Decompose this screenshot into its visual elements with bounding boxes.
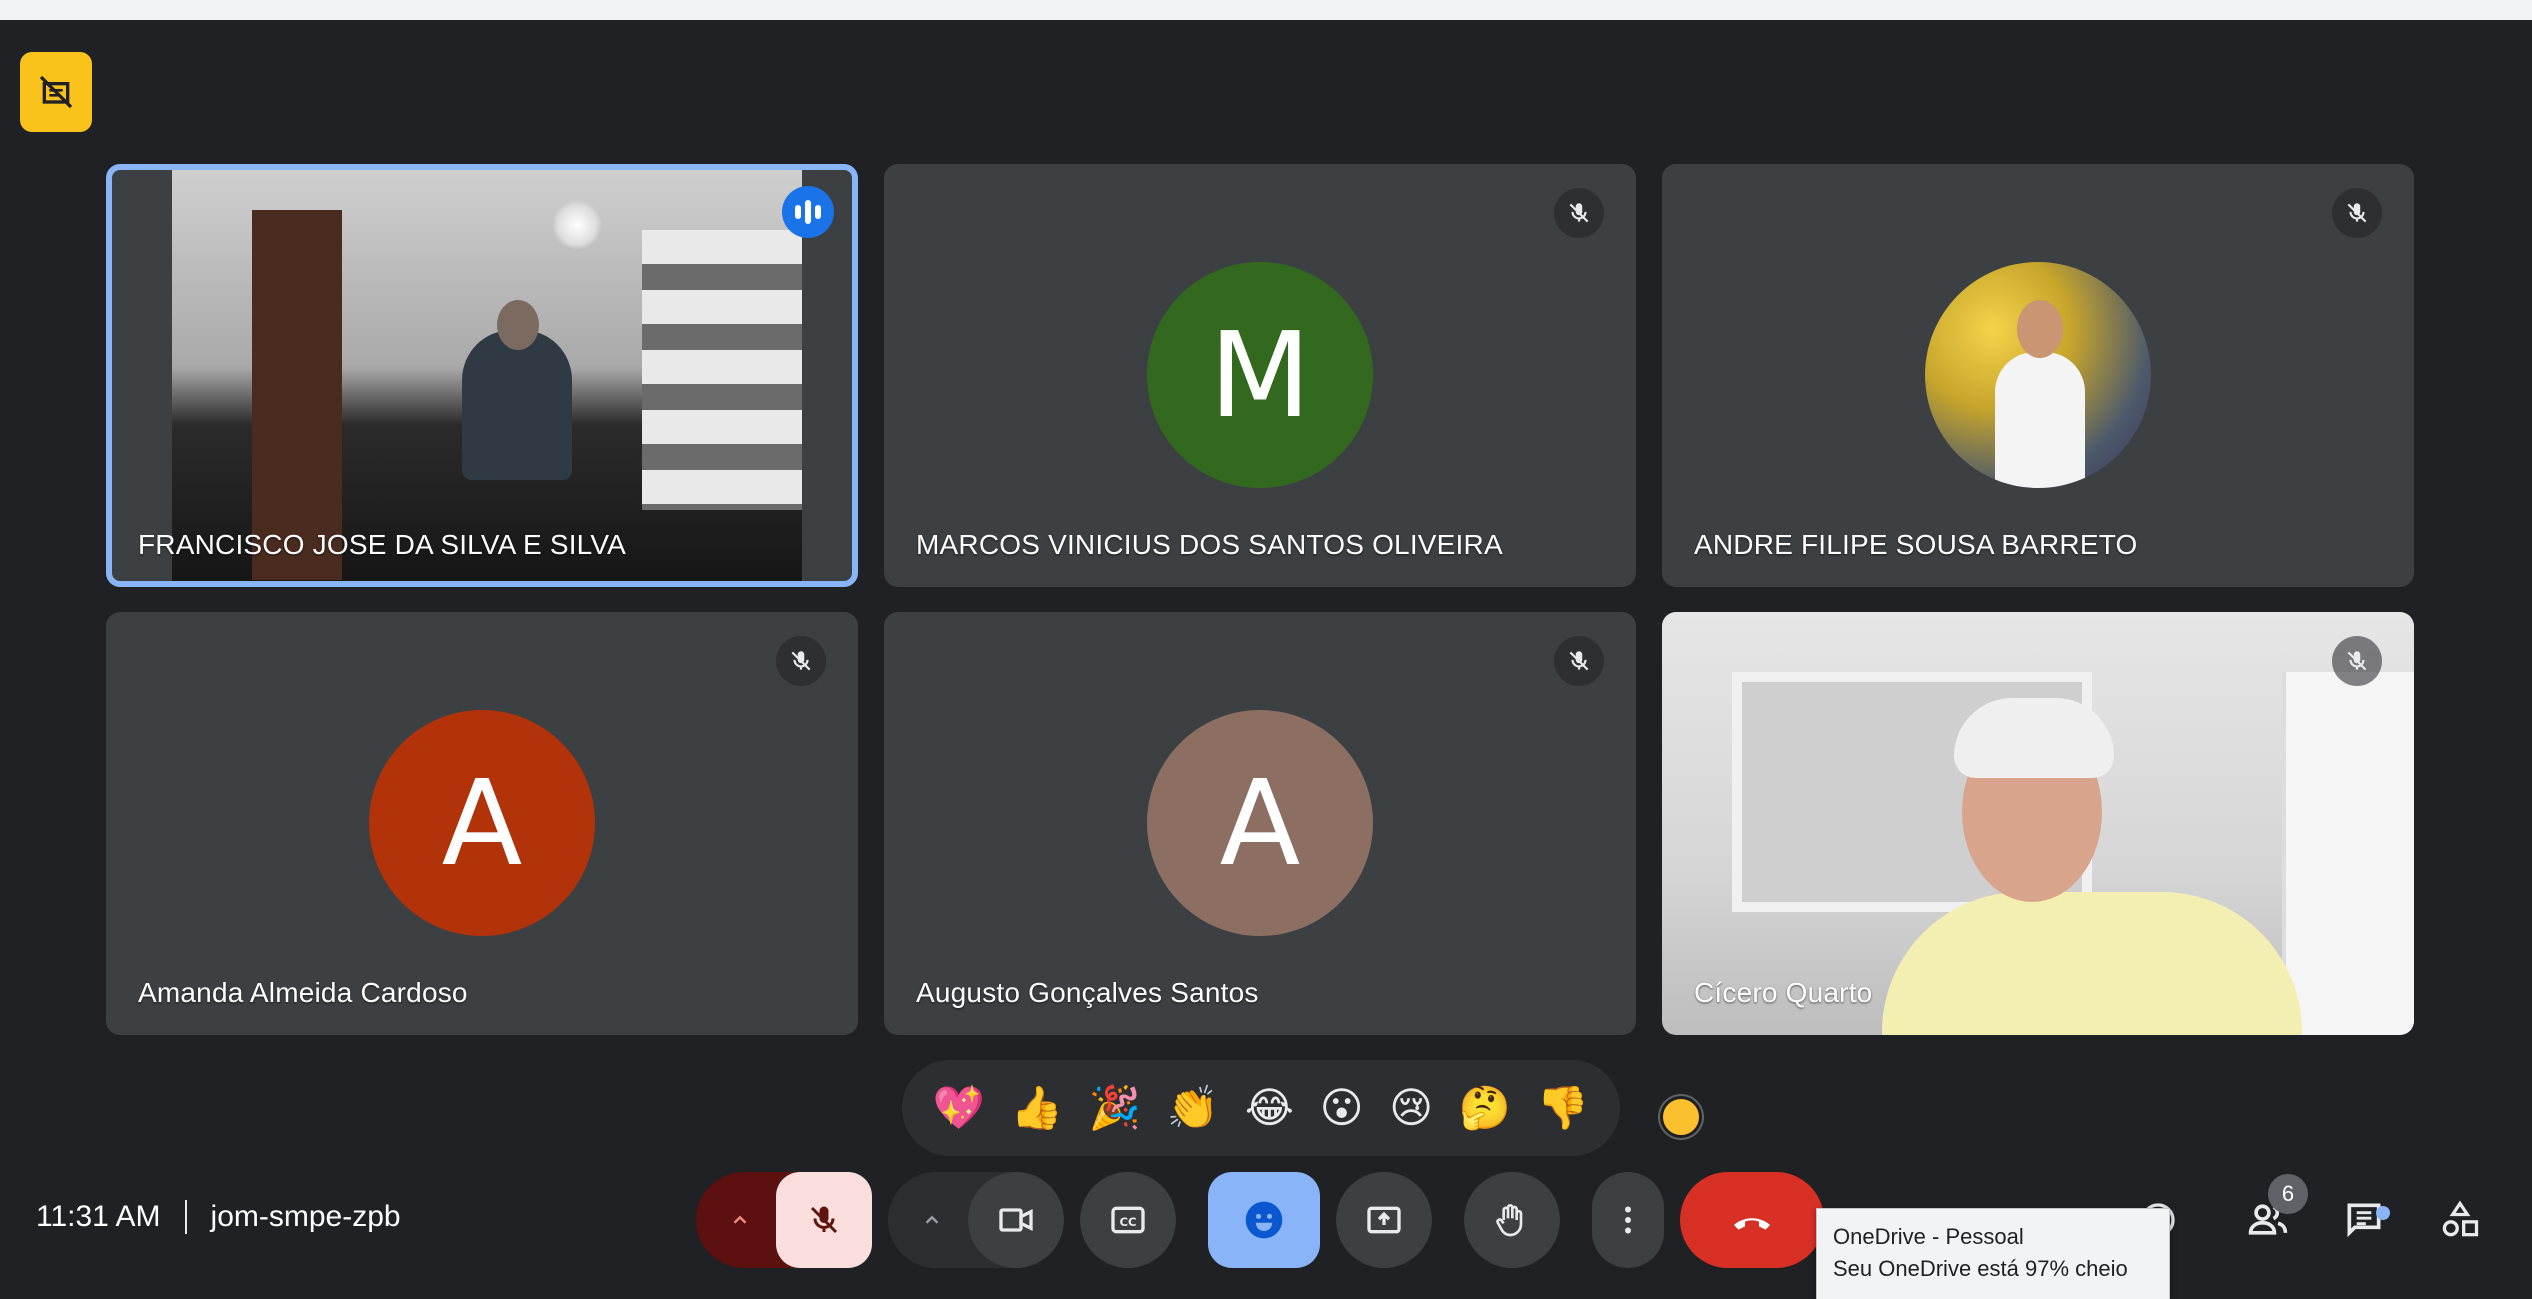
leave-call-button[interactable] [1680,1172,1824,1268]
present-screen-icon [1367,1206,1401,1234]
meeting-code[interactable]: jom-smpe-zpb [211,1200,401,1234]
participant-video [172,170,802,581]
present-button[interactable] [1336,1172,1432,1268]
skin-tone-selector[interactable] [1660,1096,1702,1138]
reaction-clap[interactable]: 👏 [1167,1087,1219,1129]
call-end-icon [1734,1218,1770,1230]
unread-dot [2376,1206,2390,1220]
reaction-surprised[interactable]: 😮 [1320,1087,1364,1129]
chat-icon [2347,1203,2381,1238]
participant-name: Augusto Gonçalves Santos [916,977,1259,1008]
participant-tile[interactable]: FRANCISCO JOSE DA SILVA E SILVA [106,164,858,587]
participant-tile[interactable]: ANDRE FILIPE SOUSA BARRETO [1662,164,2414,587]
participant-count-badge: 6 [2268,1174,2308,1214]
mic-off-icon [810,1206,838,1234]
participant-video [1662,612,2414,1035]
speaking-indicator-icon [782,186,834,238]
reaction-heart[interactable]: 💖 [933,1087,985,1129]
mic-off-icon [2332,188,2382,238]
reactions-bar: 💖 👍 🎉 👏 😂 😮 😢 🤔 👎 [902,1060,1620,1156]
mic-toggle-button[interactable] [776,1172,872,1268]
captions-button[interactable]: CC [1080,1172,1176,1268]
reaction-sad[interactable]: 😢 [1389,1087,1433,1129]
reaction-thumbs-up[interactable]: 👍 [1011,1087,1063,1129]
participant-name: MARCOS VINICIUS DOS SANTOS OLIVEIRA [916,529,1503,560]
reaction-thinking[interactable]: 🤔 [1459,1087,1511,1129]
mic-off-icon [1554,188,1604,238]
closed-caption-icon: CC [1111,1206,1145,1234]
browser-top-strip [0,0,2532,20]
videocam-icon [999,1208,1033,1232]
participant-tile[interactable]: M MARCOS VINICIUS DOS SANTOS OLIVEIRA [884,164,1636,587]
participant-name: Amanda Almeida Cardoso [138,977,468,1008]
camera-toggle-button[interactable] [968,1172,1064,1268]
avatar: M [1147,262,1373,488]
mic-off-icon [776,636,826,686]
clock-time: 11:31 AM [36,1200,161,1233]
send-reaction-button[interactable] [1208,1172,1320,1268]
mic-off-icon [1554,636,1604,686]
audio-options-button[interactable] [696,1172,784,1268]
raise-hand-button[interactable] [1464,1172,1560,1268]
emoji-icon [1245,1201,1283,1239]
more-vert-icon [1625,1206,1631,1234]
chat-button[interactable] [2332,1188,2396,1252]
hide-self-view-icon[interactable] [20,52,92,132]
reaction-party[interactable]: 🎉 [1089,1087,1141,1129]
participant-name: FRANCISCO JOSE DA SILVA E SILVA [138,529,627,560]
meet-window: FRANCISCO JOSE DA SILVA E SILVA M MARCOS… [0,20,2532,1299]
audio-controls [696,1172,872,1268]
participant-name: Cícero Quarto [1694,977,1873,1008]
meeting-info: 11:31 AM jom-smpe-zpb [36,1200,401,1234]
profile-photo [1925,262,2151,488]
participant-tile[interactable]: A Amanda Almeida Cardoso [106,612,858,1035]
divider [184,1200,187,1234]
avatar: A [369,710,595,936]
mic-off-icon [2332,636,2382,686]
avatar: A [1147,710,1373,936]
tooltip-message: Seu OneDrive está 97% cheio [1833,1256,2128,1281]
svg-text:CC: CC [1119,1215,1136,1229]
hand-icon [1496,1204,1523,1237]
chevron-up-icon [925,1215,939,1224]
activities-button[interactable] [2428,1188,2492,1252]
reaction-laugh[interactable]: 😂 [1245,1087,1294,1129]
video-options-button[interactable] [888,1172,976,1268]
reaction-thumbs-down[interactable]: 👎 [1537,1087,1589,1129]
participant-name: ANDRE FILIPE SOUSA BARRETO [1694,529,2138,560]
participant-tile[interactable]: Cícero Quarto [1662,612,2414,1035]
onedrive-notification-tooltip: OneDrive - Pessoal Seu OneDrive está 97%… [1816,1208,2170,1299]
video-controls [888,1172,1064,1268]
tooltip-title: OneDrive - Pessoal [1833,1224,2024,1249]
chevron-up-icon [733,1215,747,1224]
activities-icon [2442,1200,2479,1237]
more-options-button[interactable] [1592,1172,1664,1268]
participant-tile[interactable]: A Augusto Gonçalves Santos [884,612,1636,1035]
